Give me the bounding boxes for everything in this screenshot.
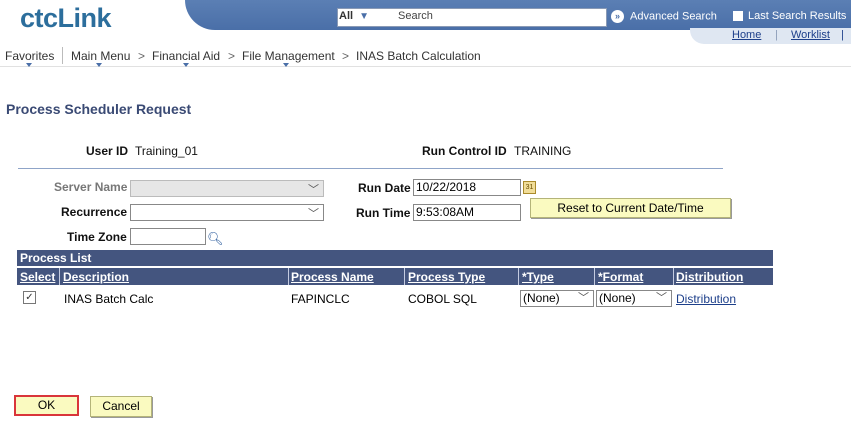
- column-separator: [673, 268, 674, 285]
- chevron-down-icon: ﹀: [308, 184, 319, 196]
- breadcrumb-separator: >: [138, 49, 146, 63]
- breadcrumb-inas-batch-calculation: INAS Batch Calculation: [356, 49, 481, 63]
- row-process-name: FAPINCLC: [291, 292, 350, 306]
- advanced-search-link[interactable]: » Advanced Search: [611, 10, 717, 23]
- col-format[interactable]: *Format: [598, 270, 643, 284]
- run-date-label: Run Date: [358, 181, 411, 195]
- nav-separator: |: [841, 29, 844, 41]
- user-id-value: Training_01: [135, 144, 198, 158]
- row-description: INAS Batch Calc: [64, 292, 154, 306]
- time-zone-label: Time Zone: [67, 230, 127, 244]
- recurrence-label: Recurrence: [61, 205, 128, 219]
- type-select[interactable]: (None) ﹀: [520, 290, 594, 307]
- column-separator: [594, 268, 595, 285]
- col-select[interactable]: Select: [20, 270, 55, 284]
- dropdown-arrow-icon: [96, 63, 102, 67]
- col-type[interactable]: *Type: [522, 270, 554, 284]
- col-description[interactable]: Description: [63, 270, 129, 284]
- breadcrumb-divider: [62, 47, 63, 64]
- breadcrumb-favorites[interactable]: Favorites: [5, 49, 54, 63]
- chevron-down-icon: ﹀: [656, 292, 667, 304]
- breadcrumb-separator: >: [228, 49, 236, 63]
- divider: [18, 168, 723, 169]
- breadcrumb-file-management[interactable]: File Management: [242, 49, 335, 63]
- dropdown-arrow-icon: [26, 63, 32, 67]
- column-separator: [404, 268, 405, 285]
- time-zone-input[interactable]: [130, 228, 206, 245]
- breadcrumb-financial-aid[interactable]: Financial Aid: [152, 49, 220, 63]
- chevron-down-icon: ﹀: [308, 208, 319, 220]
- col-process-name[interactable]: Process Name: [291, 270, 374, 284]
- breadcrumb-main-menu[interactable]: Main Menu: [71, 49, 130, 63]
- process-list-title: Process List: [17, 250, 773, 266]
- nav-separator: |: [775, 29, 778, 41]
- home-link[interactable]: Home: [732, 29, 761, 41]
- col-process-type[interactable]: Process Type: [408, 270, 485, 284]
- dropdown-arrow-icon: [183, 63, 189, 67]
- dropdown-arrow-icon: [283, 63, 289, 67]
- search-placeholder: Search: [398, 10, 433, 22]
- search-scope-dropdown[interactable]: All ▼: [339, 10, 369, 22]
- process-list-column-header: [17, 268, 773, 285]
- run-date-input[interactable]: 10/22/2018: [413, 179, 521, 196]
- run-time-label: Run Time: [356, 206, 411, 220]
- worklist-link[interactable]: Worklist: [791, 29, 830, 41]
- select-checkbox[interactable]: ✓: [23, 291, 36, 304]
- col-distribution[interactable]: Distribution: [676, 270, 743, 284]
- row-process-type: COBOL SQL: [408, 292, 477, 306]
- user-id-label: User ID: [86, 144, 129, 158]
- ctclink-logo[interactable]: ctcLink: [20, 3, 112, 34]
- chevron-down-icon: ﹀: [578, 292, 589, 304]
- results-icon: [733, 11, 743, 22]
- run-time-input[interactable]: 9:53:08AM: [413, 204, 521, 221]
- run-control-id-value: TRAINING: [514, 144, 572, 158]
- breadcrumb-separator: >: [342, 49, 350, 63]
- calendar-icon[interactable]: 31: [523, 181, 536, 194]
- magnifier-lookup-icon[interactable]: 🔍︎: [207, 231, 224, 247]
- cancel-button[interactable]: Cancel: [90, 396, 152, 417]
- run-control-id-label: Run Control ID: [422, 144, 507, 158]
- server-name-label: Server Name: [54, 180, 128, 194]
- reset-date-time-button[interactable]: Reset to Current Date/Time: [530, 198, 731, 218]
- column-separator: [288, 268, 289, 285]
- last-search-results-link[interactable]: Last Search Results: [733, 10, 846, 22]
- double-chevron-icon: »: [611, 10, 624, 23]
- ok-button[interactable]: OK: [14, 395, 79, 416]
- column-separator: [59, 268, 60, 285]
- format-select[interactable]: (None) ﹀: [596, 290, 672, 307]
- search-input[interactable]: [337, 8, 607, 27]
- recurrence-select[interactable]: ﹀: [130, 204, 324, 221]
- server-name-select[interactable]: ﹀: [130, 180, 324, 197]
- distribution-link[interactable]: Distribution: [676, 292, 736, 306]
- column-separator: [518, 268, 519, 285]
- chevron-down-icon: ▼: [359, 11, 369, 22]
- page-title: Process Scheduler Request: [6, 101, 192, 117]
